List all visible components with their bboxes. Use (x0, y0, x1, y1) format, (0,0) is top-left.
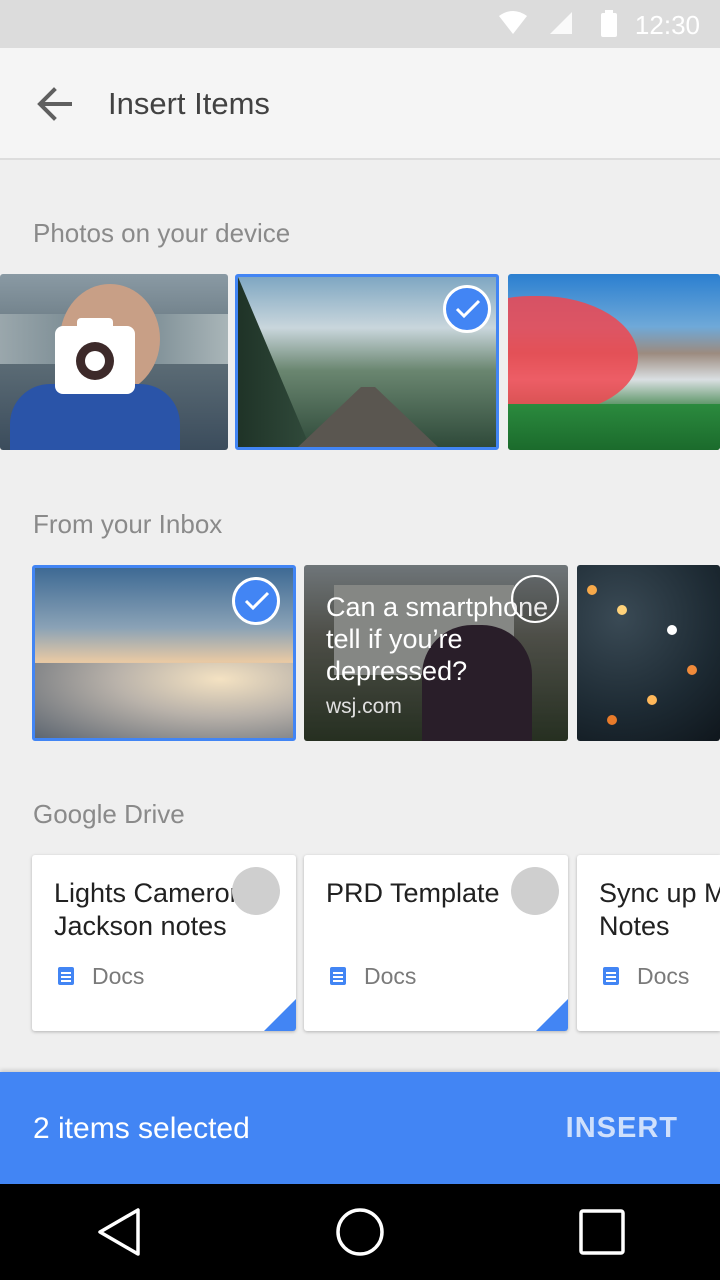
back-button[interactable] (30, 82, 82, 126)
doc-type: Docs (637, 963, 690, 989)
signal-icon (550, 12, 572, 34)
drive-doc-card[interactable]: Sync up M Notes Docs (577, 855, 720, 1031)
docs-icon (58, 967, 74, 985)
city-light-dots (587, 585, 597, 595)
doc-type: Docs (364, 963, 417, 989)
section-title-inbox: From your Inbox (33, 509, 223, 539)
selection-bar: 2 items selected INSERT (0, 1072, 720, 1184)
doc-type: Docs (92, 963, 145, 989)
selected-check-icon[interactable] (232, 577, 280, 625)
selected-check-icon[interactable] (443, 285, 491, 333)
inbox-article-card[interactable]: Can a smartphone tell if you’re depresse… (304, 565, 568, 741)
article-source: wsj.com (326, 695, 402, 718)
section-title-drive: Google Drive (33, 799, 185, 829)
photo-railway-mountain[interactable] (235, 274, 499, 450)
battery-icon (601, 10, 617, 37)
railway-track (298, 387, 438, 447)
nav-recents-button[interactable] (576, 1206, 628, 1258)
unselected-circle-icon[interactable] (511, 575, 559, 623)
cloud-layer (35, 663, 293, 738)
insert-button[interactable]: INSERT (566, 1112, 678, 1145)
photo-city-lights[interactable] (577, 565, 720, 741)
recents-square-icon (579, 1209, 625, 1255)
drive-doc-card[interactable]: Lights Cameron Jackson notes Docs (32, 855, 296, 1031)
unselected-circle-icon[interactable] (232, 867, 280, 915)
status-time: 12:30 (634, 10, 700, 40)
drive-doc-card[interactable]: PRD Template Docs (304, 855, 568, 1031)
pine-trees (238, 277, 310, 447)
nav-home-button[interactable] (334, 1206, 386, 1258)
touch-highlight (508, 296, 638, 414)
photo-clouds[interactable] (32, 565, 296, 741)
home-circle-icon (336, 1208, 384, 1256)
navigation-bar (0, 1184, 720, 1280)
unselected-circle-icon[interactable] (511, 867, 559, 915)
selection-count: 2 items selected (33, 1112, 250, 1145)
docs-corner-fold (264, 999, 296, 1031)
camera-icon[interactable] (55, 318, 135, 394)
docs-corner-fold (536, 999, 568, 1031)
section-title-photos: Photos on your device (33, 218, 291, 248)
nav-back-button[interactable] (94, 1206, 146, 1258)
doc-title: Sync up M Notes (599, 878, 720, 941)
app-bar: Insert Items (0, 48, 720, 160)
back-triangle-icon (98, 1208, 140, 1256)
wifi-icon (499, 11, 527, 34)
docs-icon (330, 967, 346, 985)
photo-camera-capture[interactable] (0, 274, 228, 450)
page-title: Insert Items (108, 86, 270, 121)
docs-icon (603, 967, 619, 985)
photo-stadium[interactable] (508, 274, 720, 450)
football-field (508, 404, 720, 450)
status-bar: 12:30 (0, 0, 720, 48)
arrow-back-icon (37, 87, 72, 121)
